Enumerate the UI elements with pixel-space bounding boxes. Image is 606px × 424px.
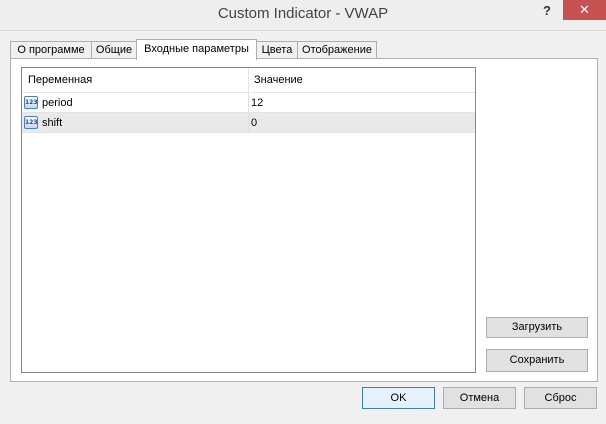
column-header-value[interactable]: Значение xyxy=(254,68,474,92)
param-name: period xyxy=(42,97,73,109)
number-123-icon: 123 xyxy=(24,116,38,129)
tab-colors[interactable]: Цвета xyxy=(256,41,298,58)
tab-visualization[interactable]: Отображение xyxy=(297,41,377,58)
reset-button[interactable]: Сброс xyxy=(524,387,597,409)
load-button[interactable]: Загрузить xyxy=(486,317,588,338)
close-icon: ✕ xyxy=(579,2,590,17)
table-header: Переменная Значение xyxy=(22,68,475,93)
tab-about[interactable]: О программе xyxy=(10,41,92,58)
table-row[interactable]: 123 shift 0 xyxy=(22,113,475,133)
column-header-variable[interactable]: Переменная xyxy=(28,68,248,92)
table-row[interactable]: 123 period 12 xyxy=(22,93,475,113)
ok-button[interactable]: OK xyxy=(362,387,435,409)
save-button[interactable]: Сохранить xyxy=(486,349,588,372)
param-value[interactable]: 0 xyxy=(251,113,471,133)
parameters-table: Переменная Значение 123 period 12 123 sh… xyxy=(21,67,476,373)
number-123-icon: 123 xyxy=(24,96,38,109)
window-title: Custom Indicator - VWAP xyxy=(217,5,389,22)
tab-inputs[interactable]: Входные параметры xyxy=(136,39,257,60)
param-name: shift xyxy=(42,117,63,129)
close-button[interactable]: ✕ xyxy=(563,0,606,20)
param-value[interactable]: 12 xyxy=(251,93,471,113)
cell-divider xyxy=(248,113,249,133)
title-bar: Custom Indicator - VWAP ? ✕ xyxy=(0,0,606,31)
cancel-button[interactable]: Отмена xyxy=(443,387,516,409)
row-divider xyxy=(22,132,475,133)
cell-divider xyxy=(248,93,249,113)
help-button[interactable]: ? xyxy=(532,0,562,22)
tab-common[interactable]: Общие xyxy=(91,41,137,58)
column-divider[interactable] xyxy=(248,68,249,92)
